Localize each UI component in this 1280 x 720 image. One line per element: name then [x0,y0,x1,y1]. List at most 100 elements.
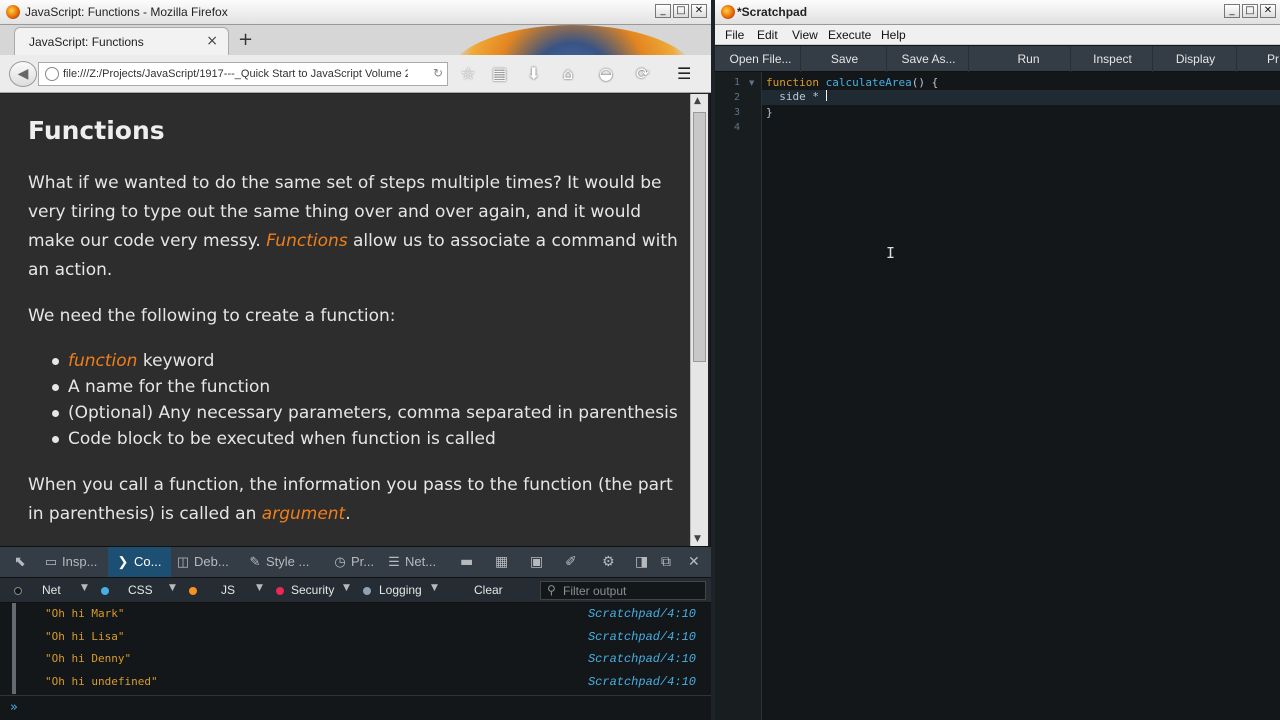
clear-button[interactable]: Clear [474,583,503,597]
close-button[interactable]: ✕ [1260,4,1276,18]
url-text: file:///Z:/Projects/JavaScript/1917---_Q… [63,68,408,80]
minimize-button[interactable]: _ [1224,4,1240,18]
scratchpad-title-bar[interactable]: *Scratchpad _ □ ✕ [715,0,1280,25]
menu-execute[interactable]: Execute [828,28,871,42]
scrollbar-thumb[interactable] [693,112,706,362]
net-filter-button[interactable]: Net [42,583,61,597]
security-dropdown-icon[interactable]: ▼ [343,583,350,593]
code-brace: } [766,106,773,119]
home-icon[interactable]: ⌂ [563,64,573,83]
tab-style-editor[interactable]: ✎ Style ... [248,547,324,578]
back-button[interactable]: ◀ [9,61,37,87]
log-source-link[interactable]: Scratchpad/4:10 [588,607,696,621]
argument-highlight: argument [261,504,346,524]
display-button[interactable]: Display [1155,46,1237,72]
menu-help[interactable]: Help [881,28,906,42]
settings-gear-icon[interactable]: ⚙ [602,554,615,570]
css-filter-button[interactable]: CSS [128,583,153,597]
inspect-button[interactable]: Inspect [1073,46,1153,72]
code-editor[interactable]: 1 ▼ 2 3 4 function calculateArea() { sid… [715,72,1280,720]
tab-close-icon[interactable]: × [206,33,218,49]
pocket-icon[interactable]: ◒ [599,64,613,83]
js-dot-icon [189,587,197,595]
log-row: "Oh hi Mark" Scratchpad/4:10 [0,603,711,626]
tab-javascript-functions[interactable]: JavaScript: Functions × [14,27,229,55]
logging-dropdown-icon[interactable]: ▼ [431,583,438,593]
menu-edit[interactable]: Edit [757,28,778,42]
js-filter-button[interactable]: JS [221,583,235,597]
debugger-icon: ◫ [176,554,190,569]
scroll-down-icon[interactable]: ▼ [694,534,701,544]
code-function-name: calculateArea [825,76,912,89]
element-picker-icon[interactable]: ⬉ [14,554,26,570]
log-message: "Oh hi Lisa" [45,630,125,643]
list-item-text: keyword [137,351,215,371]
line-number-gutter: 1 ▼ 2 3 4 [715,72,762,720]
firefox-icon [6,5,20,19]
css-dropdown-icon[interactable]: ▼ [169,583,176,593]
scratchpad-icon[interactable]: ▦ [495,554,508,570]
window-title: JavaScript: Functions - Mozilla Firefox [25,5,228,19]
scratchpad-title: *Scratchpad [737,5,808,19]
tab-console[interactable]: ❯ Co... [108,547,171,578]
log-row: "Oh hi Lisa" Scratchpad/4:10 [0,626,711,649]
tab-inspector[interactable]: ▭ Insp... [44,547,106,578]
menu-icon[interactable]: ☰ [677,64,691,83]
menu-bar: File Edit View Execute Help [715,25,1280,45]
firefox-title-bar[interactable]: JavaScript: Functions - Mozilla Firefox … [0,0,711,25]
intro-paragraph: What if we wanted to do the same set of … [28,169,678,285]
log-message: "Oh hi Mark" [45,607,125,620]
list-item: Code block to be executed when function … [52,426,678,452]
menu-file[interactable]: File [725,28,744,42]
undock-icon[interactable]: ⧉ [661,554,671,570]
reload-icon[interactable]: ↻ [433,66,443,80]
scratchpad-toolbar: Open File... Save Save As... Run Inspect… [715,46,1280,72]
tab-debugger[interactable]: ◫ Deb... [176,547,238,578]
console-input[interactable]: » [0,695,711,720]
argument-text-end: . [345,504,351,524]
responsive-mode-icon[interactable]: ▬ [460,554,473,570]
sync-icon[interactable]: ⟳ [636,64,649,83]
tab-profiler[interactable]: ◷ Pr... [333,547,383,578]
url-bar[interactable]: file:///Z:/Projects/JavaScript/1917---_Q… [38,62,448,86]
filter-output-input[interactable]: ⚲ Filter output [540,581,706,600]
code-text: side * [766,90,826,103]
devtools-close-icon[interactable]: ✕ [688,554,700,570]
js-dropdown-icon[interactable]: ▼ [256,583,263,593]
eyedropper-icon[interactable]: ✐ [565,554,577,570]
new-tab-button[interactable]: + [238,29,253,50]
menu-view[interactable]: View [792,28,818,42]
pretty-print-button[interactable]: Pr [1263,46,1280,72]
page-scrollbar[interactable]: ▲ ▼ [690,94,708,546]
log-source-link[interactable]: Scratchpad/4:10 [588,675,696,689]
security-filter-button[interactable]: Security [291,583,334,597]
text-cursor [825,90,827,101]
code-line-1: function calculateArea() { [766,76,938,89]
code-line-3: } [766,106,773,119]
logging-filter-button[interactable]: Logging [379,583,422,597]
tab-network[interactable]: ☰ Net... [387,547,447,578]
function-keyword-highlight: function [68,351,138,371]
log-source-link[interactable]: Scratchpad/4:10 [588,630,696,644]
save-as-button[interactable]: Save As... [889,46,969,72]
list-item: A name for the function [52,374,678,400]
minimize-button[interactable]: _ [655,4,671,18]
screenshot-icon[interactable]: ▣ [530,554,543,570]
maximize-button[interactable]: □ [673,4,689,18]
net-dropdown-icon[interactable]: ▼ [81,583,88,593]
line-number: 4 [733,122,740,133]
open-file-button[interactable]: Open File... [721,46,801,72]
filter-placeholder: Filter output [563,584,627,598]
download-icon[interactable]: ⬇ [527,64,540,83]
reading-list-icon[interactable]: ▤ [492,64,507,83]
save-button[interactable]: Save [803,46,887,72]
bookmark-star-icon[interactable]: ☆ [461,64,475,83]
close-button[interactable]: ✕ [691,4,707,18]
fold-arrow-icon[interactable]: ▼ [749,79,754,87]
dock-side-icon[interactable]: ◨ [635,554,648,570]
scroll-up-icon[interactable]: ▲ [694,96,701,106]
log-source-link[interactable]: Scratchpad/4:10 [588,652,696,666]
style-editor-icon: ✎ [249,554,261,569]
maximize-button[interactable]: □ [1242,4,1258,18]
run-button[interactable]: Run [987,46,1071,72]
